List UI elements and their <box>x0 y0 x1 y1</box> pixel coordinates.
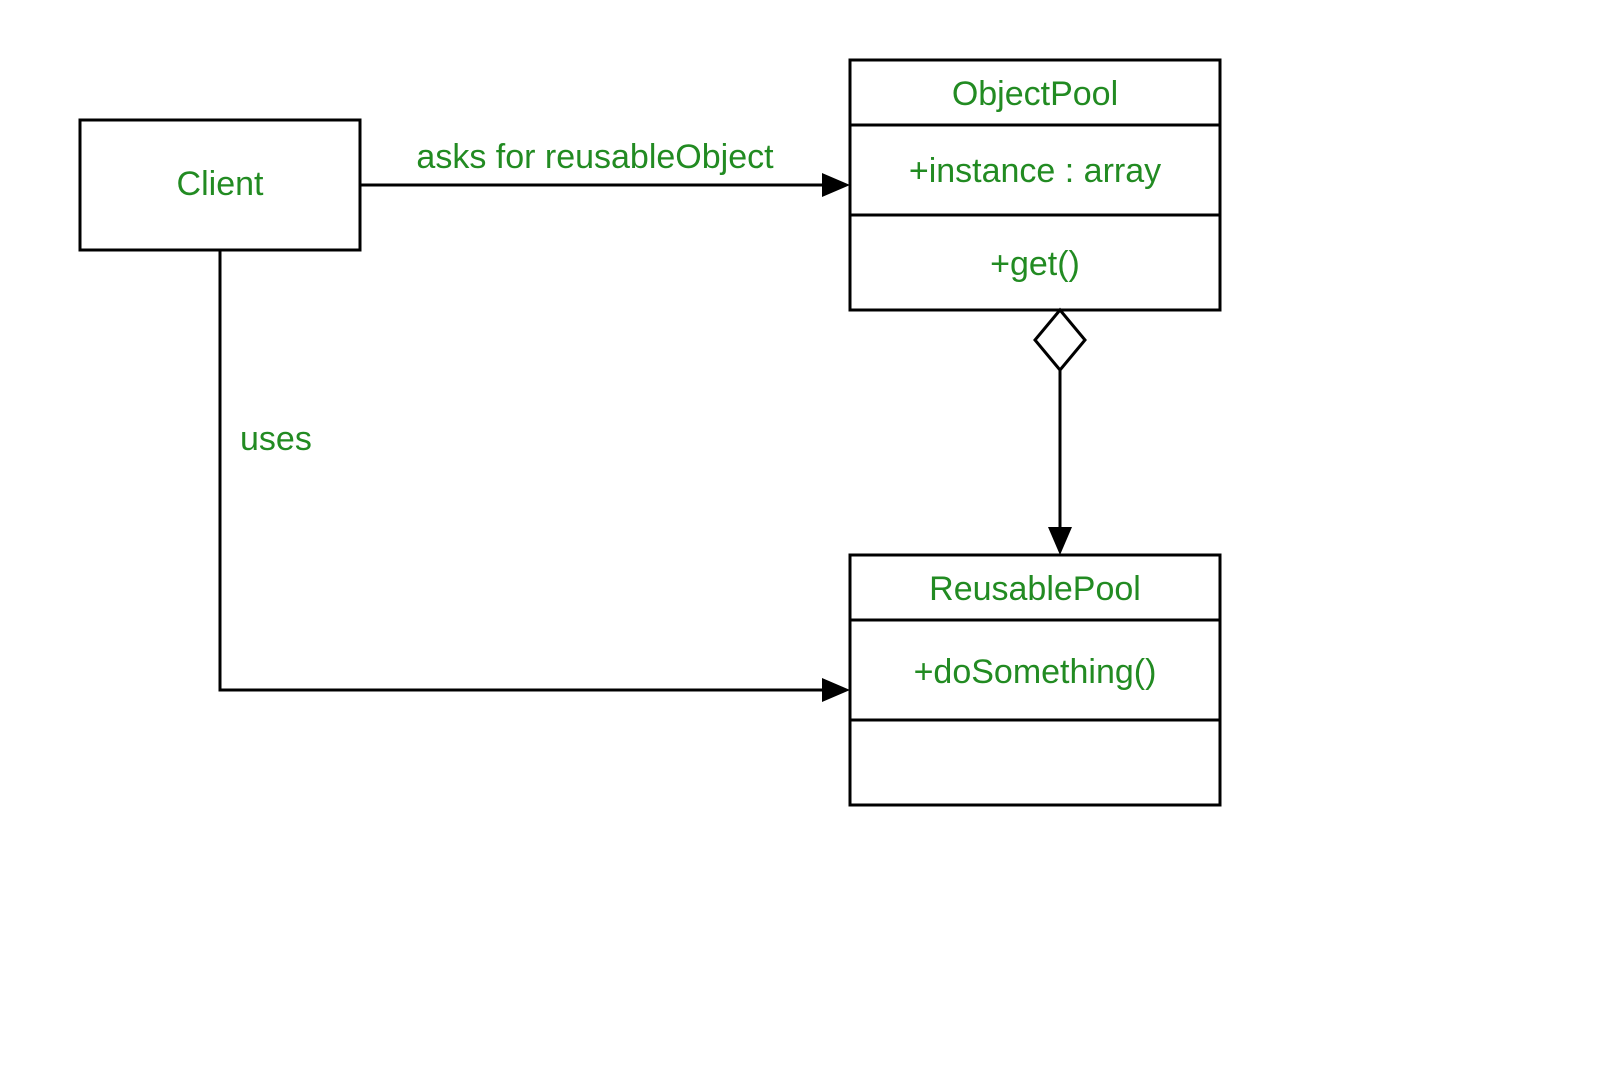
client-name: Client <box>177 165 264 203</box>
relation-uses: uses <box>220 250 850 702</box>
class-objectpool: ObjectPool +instance : array +get() <box>850 60 1220 310</box>
objectpool-name: ObjectPool <box>952 75 1118 113</box>
relation-asks-label: asks for reusableObject <box>416 138 774 176</box>
reusablepool-name: ReusablePool <box>929 570 1141 608</box>
uml-diagram: Client ObjectPool +instance : array +get… <box>0 0 1613 1088</box>
reusablepool-method: +doSomething() <box>914 653 1157 691</box>
relation-uses-label: uses <box>240 420 312 458</box>
relation-aggregation <box>1035 310 1085 555</box>
class-reusablepool: ReusablePool +doSomething() <box>850 555 1220 805</box>
class-client: Client <box>80 120 360 250</box>
objectpool-attribute: +instance : array <box>909 152 1161 190</box>
objectpool-method: +get() <box>990 245 1080 283</box>
relation-asks: asks for reusableObject <box>360 138 850 197</box>
